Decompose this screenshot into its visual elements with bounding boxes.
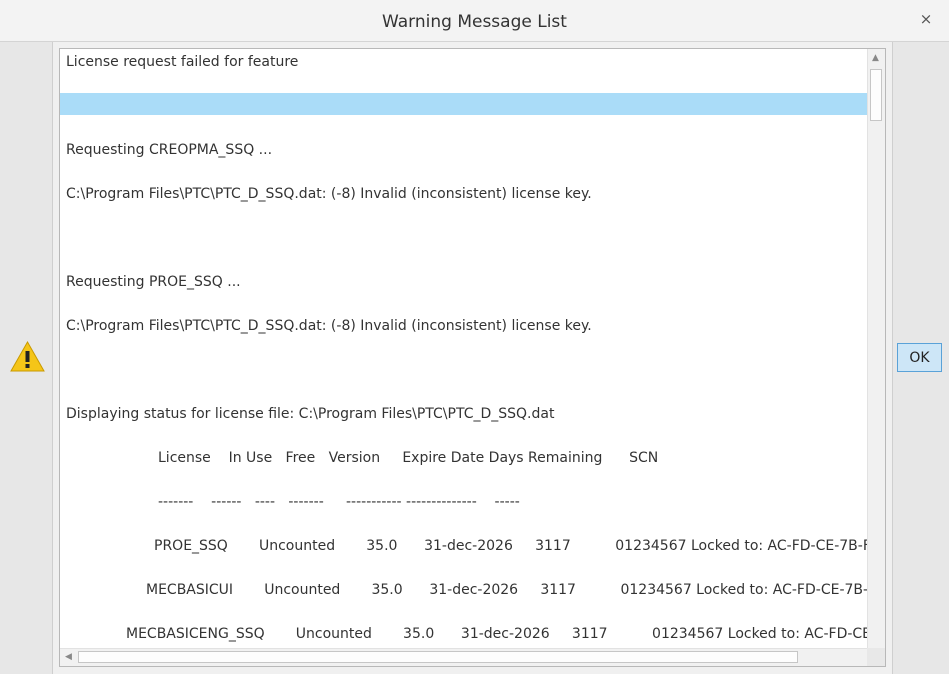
license-table-row: PROE_SSQ Uncounted 35.0 31-dec-2026 3117… — [154, 538, 886, 554]
scroll-corner — [867, 648, 885, 666]
selected-line-highlight[interactable] — [60, 93, 867, 115]
scroll-left-icon[interactable]: ◀ — [65, 652, 72, 662]
license-table-divider: ------- ------ ---- ------- ----------- … — [158, 494, 520, 510]
message-line: Requesting PROE_SSQ ... — [66, 274, 241, 290]
message-line: C:\Program Files\PTC\PTC_D_SSQ.dat: (-8)… — [66, 186, 592, 202]
horizontal-scrollbar[interactable]: ◀ — [60, 648, 868, 666]
message-line: Displaying status for license file: C:\P… — [66, 406, 555, 422]
ok-button[interactable]: OK — [897, 343, 942, 372]
dialog-title: Warning Message List — [382, 12, 567, 32]
message-line: License request failed for feature — [66, 54, 299, 70]
vertical-scrollbar[interactable]: ▲ — [867, 49, 885, 649]
message-line: Requesting CREOPMA_SSQ ... — [66, 142, 273, 158]
license-table-header: License In Use Free Version Expire Date … — [158, 450, 659, 466]
vertical-scroll-thumb[interactable] — [870, 69, 882, 121]
scroll-up-icon[interactable]: ▲ — [872, 53, 879, 63]
license-table-row: MECBASICENG_SSQ Uncounted 35.0 31-dec-20… — [126, 626, 886, 642]
message-list[interactable]: License request failed for feature Reque… — [59, 48, 886, 667]
message-line: C:\Program Files\PTC\PTC_D_SSQ.dat: (-8)… — [66, 318, 592, 334]
warning-triangle-icon — [10, 341, 45, 372]
title-bar: Warning Message List × — [0, 0, 949, 42]
license-table-row: MECBASICUI Uncounted 35.0 31-dec-2026 31… — [146, 582, 886, 598]
horizontal-scroll-thumb[interactable] — [78, 651, 798, 663]
close-icon[interactable]: × — [917, 10, 935, 28]
